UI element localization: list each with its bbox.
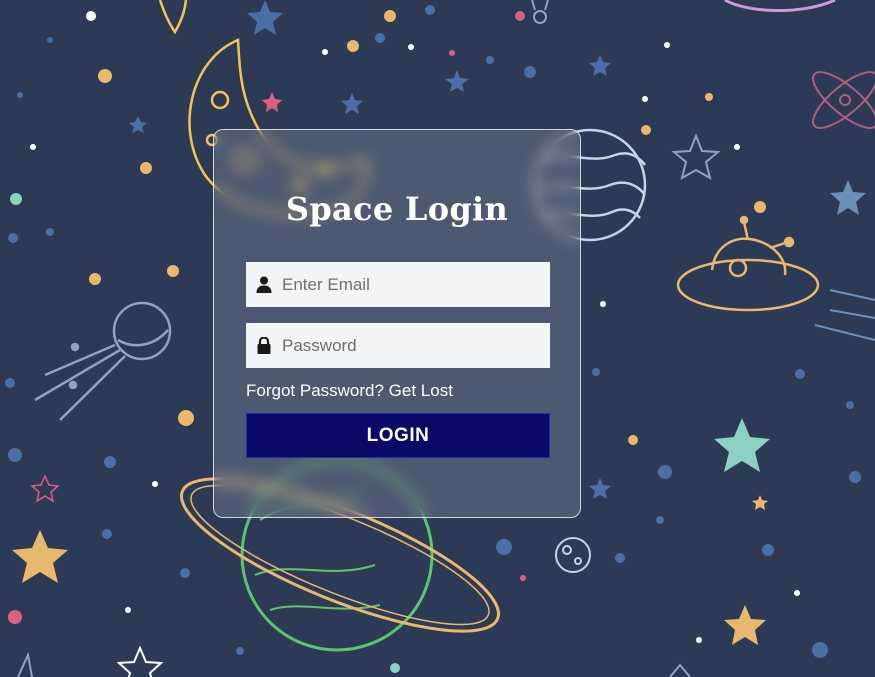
email-input[interactable] [282, 262, 542, 307]
password-input[interactable] [282, 323, 542, 368]
user-icon [246, 262, 282, 307]
ufo-doodle [676, 215, 820, 312]
login-card: Space Login Forgot Password? Get Lost LO… [213, 129, 581, 518]
page-title: Space Login [285, 190, 509, 228]
login-page: Space Login Forgot Password? Get Lost LO… [0, 0, 875, 677]
email-field[interactable] [246, 262, 550, 307]
satellite-doodle [34, 301, 172, 421]
forgot-password-link[interactable]: Forgot Password? Get Lost [246, 379, 453, 403]
login-button[interactable]: LOGIN [246, 413, 550, 458]
lock-icon [246, 323, 282, 368]
small-moon-doodle [555, 537, 591, 573]
atom-doodle [812, 71, 875, 129]
password-field[interactable] [246, 323, 550, 368]
